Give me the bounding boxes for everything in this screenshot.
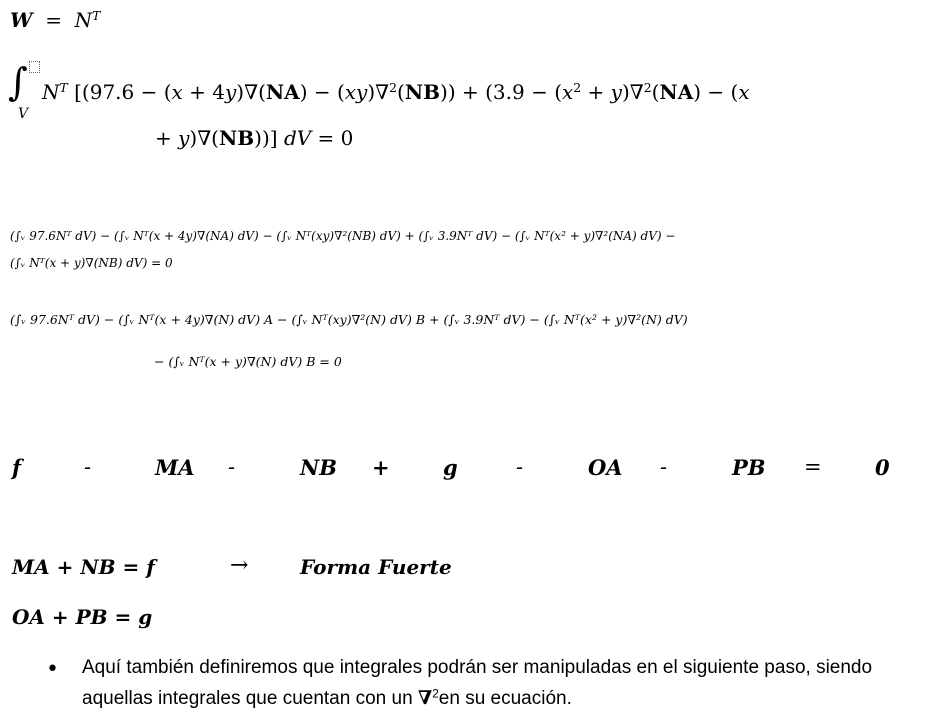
expanded-row-2: (∫ᵥ Nᵀ(x + y)∇(NB) dV) = 0: [10, 256, 173, 270]
term-nb: NB: [300, 455, 337, 480]
integral-icon: ∫: [8, 60, 28, 104]
term-g: g: [443, 455, 458, 480]
integral-lower-limit: V: [18, 106, 29, 122]
op-minus-1: -: [84, 455, 92, 479]
weak-form-integral-sign: ∫: [8, 60, 28, 104]
symbol-w: W: [10, 8, 33, 32]
arrow-right-icon: →: [230, 553, 249, 578]
op-minus-3: -: [516, 455, 524, 479]
factored-row-1: (∫ᵥ 97.6Nᵀ dV) − (∫ᵥ Nᵀ(x + 4y)∇(N) dV) …: [10, 312, 688, 327]
strong-eq-2: OA + PB = g: [12, 605, 153, 629]
strong-form-label: Forma Fuerte: [300, 555, 452, 579]
weak-form-line-2: + 𝑦)∇(NB))] 𝑑𝑉 = 0: [155, 126, 354, 150]
factored-row-2: − (∫ᵥ Nᵀ(x + y)∇(N) dV) B = 0: [154, 354, 342, 369]
term-ma: MA: [155, 455, 195, 480]
bullet-icon: •: [46, 657, 59, 682]
term-pb: PB: [732, 455, 766, 480]
term-oa: OA: [588, 455, 623, 480]
op-equals: =: [804, 455, 822, 479]
superscript-t: T: [92, 8, 101, 24]
symbol-n: N: [74, 8, 93, 32]
bullet-line-1: Aquí también definiremos que integrales …: [82, 657, 873, 678]
strong-eq-1: MA + NB = f: [12, 555, 155, 579]
matrix-equation-row: f - MA - NB + g - OA - PB = 0: [0, 455, 931, 485]
integral-upper-placeholder: [29, 61, 40, 80]
equation-w: W = NT: [10, 8, 100, 32]
bullet-line-2: aquellas integrales que cuentan con un ∇…: [82, 687, 572, 709]
nabla-symbol: ∇: [417, 687, 433, 709]
op-minus-4: -: [660, 455, 668, 479]
weak-form-line-1: NT [(97.6 − (𝑥 + 4𝑦)∇(NA) − (𝑥𝑦)∇2(NB)) …: [42, 80, 750, 104]
term-f: f: [12, 455, 22, 480]
term-zero: 0: [875, 455, 890, 480]
op-minus-2: -: [228, 455, 236, 479]
equals-sign: =: [45, 8, 62, 32]
expanded-row-1: (∫ᵥ 97.6Nᵀ dV) − (∫ᵥ Nᵀ(x + 4y)∇(NA) dV)…: [10, 229, 676, 243]
op-plus: +: [372, 455, 390, 480]
